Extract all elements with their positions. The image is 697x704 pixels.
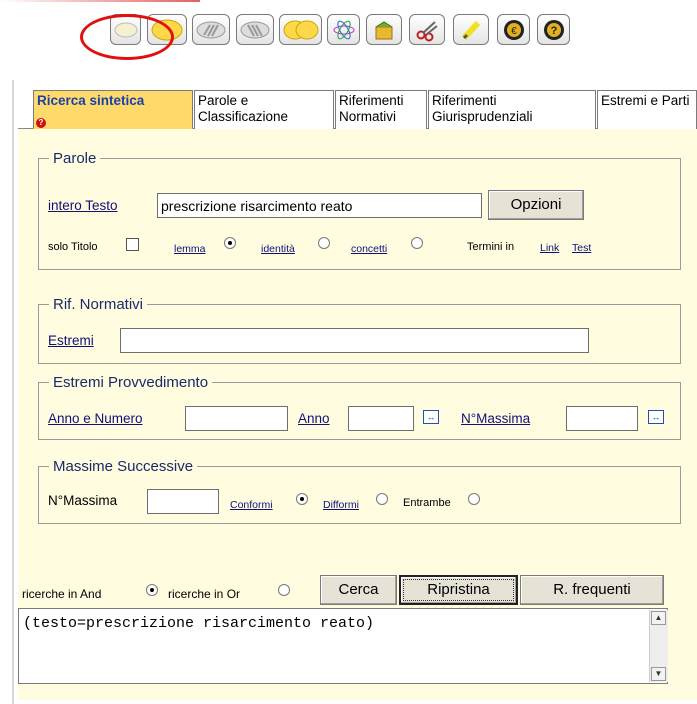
scroll-up-icon[interactable]: ▲ [651, 611, 666, 625]
package-icon[interactable] [366, 14, 402, 45]
tab-riferimenti-normativi[interactable]: Riferimenti Normativi [335, 90, 427, 129]
scroll-down-icon[interactable]: ▼ [651, 667, 666, 681]
solo-titolo-checkbox[interactable] [126, 238, 139, 251]
nmassima-input[interactable] [566, 406, 638, 431]
search-input[interactable] [157, 193, 482, 218]
termini-link[interactable]: Link [540, 242, 559, 254]
massime-nmassima-input[interactable] [147, 489, 219, 514]
tab-ricerca-sintetica[interactable]: Ricerca sintetica [33, 90, 193, 129]
cerca-button[interactable]: Cerca [320, 575, 397, 605]
conformi-radio[interactable] [296, 493, 308, 505]
termini-test-link[interactable]: Test [572, 242, 591, 254]
conformi-link[interactable]: Conformi [230, 499, 273, 511]
section-title: Rif. Normativi [53, 296, 144, 313]
section-title: Estremi Provvedimento [53, 374, 209, 391]
lemma-radio[interactable] [224, 237, 236, 249]
euro-icon[interactable]: € [497, 14, 530, 45]
lemma-link[interactable]: lemma [174, 243, 206, 255]
tab-label: Riferimenti Giurisprudenziali [432, 93, 533, 124]
tab-estremi-parti[interactable]: Estremi e Parti [597, 90, 697, 129]
intero-testo-link[interactable]: intero Testo [48, 198, 118, 213]
concetti-radio[interactable] [411, 237, 423, 249]
left-divider [12, 80, 14, 704]
frequenti-button[interactable]: R. frequenti [520, 575, 664, 605]
and-label: ricerche in And [22, 587, 102, 601]
help-icon[interactable]: ? [537, 14, 570, 45]
tab-parole-classificazione[interactable]: Parole e Classificazione [194, 90, 334, 129]
tab-label: Riferimenti Normativi [339, 93, 404, 124]
anno-numero-input[interactable] [185, 406, 288, 431]
query-text: (testo=prescrizione risarcimento reato) [23, 615, 375, 632]
striped-oval-icon[interactable] [192, 14, 230, 45]
scissors-icon[interactable] [409, 14, 445, 45]
identita-radio[interactable] [318, 237, 330, 249]
and-radio[interactable] [146, 584, 158, 596]
anno-link[interactable]: Anno [298, 411, 330, 426]
concetti-link[interactable]: concetti [351, 243, 387, 255]
estremi-link[interactable]: Estremi [48, 333, 94, 348]
massime-nmassima-label: N°Massima [48, 493, 118, 508]
entrambe-radio[interactable] [468, 493, 480, 505]
tab-riferimenti-giurisprudenziali[interactable]: Riferimenti Giurisprudenziali [428, 90, 596, 129]
top-decor-line [0, 0, 200, 2]
svg-text:€: € [511, 26, 517, 37]
nmassima-range-icon[interactable]: ↔ [648, 410, 664, 424]
section-title: Massime Successive [53, 458, 194, 475]
tab-label: Ricerca sintetica [37, 93, 145, 108]
nmassima-link[interactable]: N°Massima [461, 411, 530, 426]
anno-input[interactable] [348, 406, 414, 431]
help-marker-icon: ? [36, 118, 46, 128]
query-scrollbar[interactable]: ▲ ▼ [649, 610, 668, 682]
striped-oval-2-icon[interactable] [236, 14, 274, 45]
svg-text:?: ? [550, 25, 557, 37]
or-radio[interactable] [278, 584, 290, 596]
double-oval-icon[interactable] [279, 14, 322, 45]
anno-numero-link[interactable]: Anno e Numero [48, 411, 143, 426]
solo-titolo-label: solo Titolo [48, 241, 98, 253]
atom-icon[interactable] [327, 14, 360, 45]
query-textarea[interactable]: (testo=prescrizione risarcimento reato) [18, 608, 668, 684]
termini-in-label: Termini in [467, 241, 515, 253]
tab-label: Estremi e Parti [601, 93, 690, 108]
opzioni-button[interactable]: Opzioni [488, 190, 584, 220]
or-label: ricerche in Or [168, 587, 241, 601]
section-title: Parole [53, 150, 97, 167]
highlighter-icon[interactable] [453, 14, 489, 45]
estremi-input[interactable] [120, 328, 589, 353]
anno-range-icon[interactable]: ↔ [423, 410, 439, 424]
identita-link[interactable]: identità [261, 243, 295, 255]
difformi-link[interactable]: Difformi [323, 499, 359, 511]
ripristina-button[interactable]: Ripristina [399, 575, 518, 605]
entrambe-label: Entrambe [403, 497, 451, 509]
tab-label: Parole e Classificazione [198, 93, 289, 124]
difformi-radio[interactable] [376, 493, 388, 505]
red-circle-annotation [80, 14, 174, 60]
massime-successive-section: Massime Successive [38, 458, 681, 524]
